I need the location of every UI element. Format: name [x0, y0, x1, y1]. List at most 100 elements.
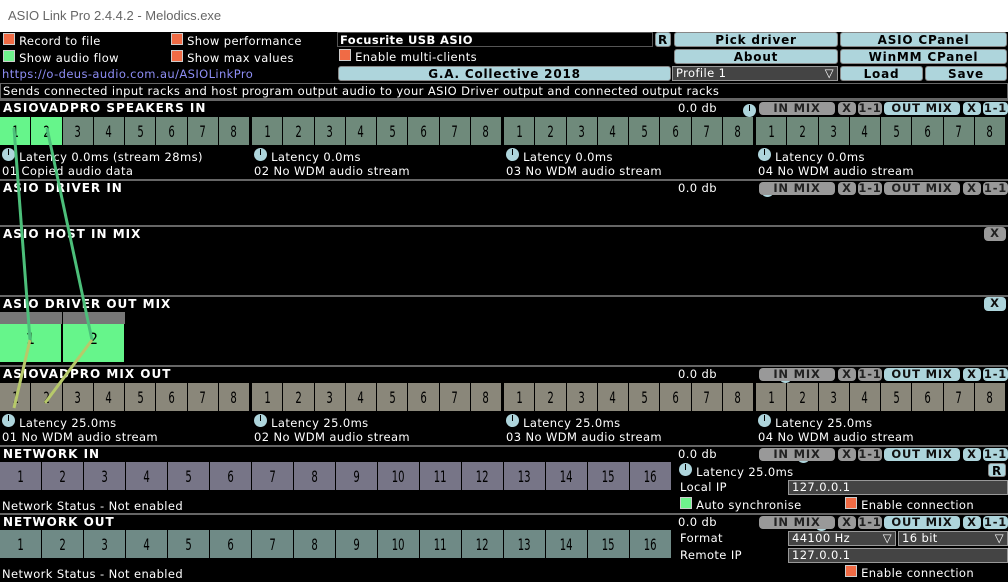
mix-out-channel-1-7[interactable]: 7 [187, 383, 219, 411]
network-in-channel-1-11[interactable]: 11 [420, 462, 462, 490]
mix-out-channel-4-5[interactable]: 5 [881, 383, 913, 411]
save-button[interactable]: Save [925, 66, 1007, 81]
network-out-out-mix-clear-button[interactable]: X [963, 516, 981, 529]
mix-out-channel-4-3[interactable]: 3 [818, 383, 850, 411]
network-out-channel-1-8[interactable]: 8 [294, 530, 336, 558]
latency-knob-icon[interactable] [758, 414, 771, 427]
network-in-enable-connection-checkbox[interactable]: Enable connection [845, 497, 974, 512]
mix-out-channel-3-3[interactable]: 3 [566, 383, 598, 411]
show-audio-flow-checkbox[interactable]: Show audio flow [3, 50, 119, 65]
latency-knob-icon[interactable] [254, 414, 267, 427]
network-in-channel-1-4[interactable]: 4 [126, 462, 168, 490]
network-out-channel-1-7[interactable]: 7 [252, 530, 294, 558]
latency-knob-icon[interactable] [2, 148, 15, 161]
speakers-in-channel-4-2[interactable]: 2 [787, 117, 819, 145]
multi-clients-checkbox-box[interactable] [339, 49, 351, 61]
network-out-channel-1-13[interactable]: 13 [504, 530, 546, 558]
speakers-in-channel-2-2[interactable]: 2 [283, 117, 315, 145]
profile-select[interactable]: Profile 1 ▽ [672, 66, 838, 81]
website-link[interactable]: https://o-deus-audio.com.au/ASIOLinkPro [2, 67, 253, 81]
network-out-channel-1-14[interactable]: 14 [546, 530, 588, 558]
mix-out-latency-2[interactable]: Latency 25.0ms [254, 414, 369, 430]
show-max-values-checkbox[interactable]: Show max values [171, 50, 294, 65]
network-out-channel-1-16[interactable]: 16 [630, 530, 672, 558]
mix-out-channel-2-6[interactable]: 6 [408, 383, 440, 411]
pick-driver-button[interactable]: Pick driver [674, 32, 838, 47]
mix-out-channel-2-8[interactable]: 8 [470, 383, 502, 411]
network-in-channel-1-16[interactable]: 16 [630, 462, 672, 490]
max-values-checkbox-box[interactable] [171, 50, 183, 62]
mix-out-channel-1-5[interactable]: 5 [125, 383, 157, 411]
record-to-file-checkbox[interactable]: Record to file [3, 33, 101, 48]
driver-reset-button[interactable]: R [655, 32, 671, 47]
mix-out-out-mix-button[interactable]: OUT MIX [884, 368, 960, 381]
mix-out-in-mix-button[interactable]: IN MIX [759, 368, 835, 381]
network-in-channel-1-12[interactable]: 12 [462, 462, 504, 490]
mix-out-out-one-to-one-button[interactable]: 1-1 [983, 368, 1008, 381]
driver-out-mix-close-button[interactable]: X [984, 297, 1006, 311]
network-in-channel-1-9[interactable]: 9 [336, 462, 378, 490]
speakers-in-in-mix-button[interactable]: IN MIX [759, 102, 835, 115]
speakers-in-channel-2-6[interactable]: 6 [408, 117, 440, 145]
mix-out-channel-3-1[interactable]: 1 [504, 383, 536, 411]
network-out-channel-1-1[interactable]: 1 [0, 530, 42, 558]
network-out-channel-1-4[interactable]: 4 [126, 530, 168, 558]
network-in-channel-1-6[interactable]: 6 [210, 462, 252, 490]
network-in-channel-1-13[interactable]: 13 [504, 462, 546, 490]
network-out-in-one-to-one-button[interactable]: 1-1 [858, 516, 882, 529]
bit-depth-select[interactable]: 16 bit ▽ [898, 531, 1008, 546]
speakers-in-channel-2-1[interactable]: 1 [252, 117, 284, 145]
network-out-channel-1-11[interactable]: 11 [420, 530, 462, 558]
host-in-mix-close-button[interactable]: X [984, 227, 1006, 241]
speakers-in-channel-2-7[interactable]: 7 [439, 117, 471, 145]
speakers-in-channel-3-6[interactable]: 6 [660, 117, 692, 145]
network-in-channel-1-1[interactable]: 1 [0, 462, 42, 490]
winmm-cpanel-button[interactable]: WinMM CPanel [840, 49, 1007, 64]
enable-connection-checkbox-box[interactable] [845, 565, 857, 577]
speakers-in-channel-1-2[interactable]: 2 [31, 117, 63, 145]
remote-ip-input[interactable]: 127.0.0.1 [788, 548, 1008, 563]
mix-out-channel-1-3[interactable]: 3 [62, 383, 94, 411]
mix-out-channel-2-5[interactable]: 5 [377, 383, 409, 411]
network-in-out-mix-clear-button[interactable]: X [963, 448, 981, 461]
mix-out-in-one-to-one-button[interactable]: 1-1 [858, 368, 882, 381]
speakers-in-latency-1[interactable]: Latency 0.0ms (stream 28ms) [2, 148, 203, 164]
network-in-channel-1-7[interactable]: 7 [252, 462, 294, 490]
speakers-in-latency-3[interactable]: Latency 0.0ms [506, 148, 613, 164]
speakers-in-out-one-to-one-button[interactable]: 1-1 [983, 102, 1008, 115]
network-in-in-one-to-one-button[interactable]: 1-1 [858, 448, 882, 461]
mix-out-channel-1-8[interactable]: 8 [218, 383, 250, 411]
network-out-channel-1-12[interactable]: 12 [462, 530, 504, 558]
mix-out-channel-1-1[interactable]: 1 [0, 383, 32, 411]
speakers-in-out-mix-clear-button[interactable]: X [963, 102, 981, 115]
mix-out-latency-1[interactable]: Latency 25.0ms [2, 414, 117, 430]
speakers-in-channel-4-6[interactable]: 6 [912, 117, 944, 145]
enable-multi-clients-checkbox[interactable]: Enable multi-clients [339, 49, 477, 64]
driver-out-channel-2[interactable]: 2 [63, 324, 125, 362]
mix-out-channel-4-1[interactable]: 1 [756, 383, 788, 411]
network-out-channel-1-9[interactable]: 9 [336, 530, 378, 558]
network-out-channel-1-6[interactable]: 6 [210, 530, 252, 558]
network-out-channel-1-15[interactable]: 15 [588, 530, 630, 558]
driver-in-out-mix-clear-button[interactable]: X [963, 182, 981, 195]
mix-out-channel-4-8[interactable]: 8 [974, 383, 1006, 411]
mix-out-channel-4-2[interactable]: 2 [787, 383, 819, 411]
driver-in-in-mix-button[interactable]: IN MIX [759, 182, 835, 195]
speakers-in-channel-2-5[interactable]: 5 [377, 117, 409, 145]
speakers-in-latency-4[interactable]: Latency 0.0ms [758, 148, 865, 164]
mix-out-channel-3-7[interactable]: 7 [691, 383, 723, 411]
latency-knob-icon[interactable] [506, 148, 519, 161]
network-out-channel-1-10[interactable]: 10 [378, 530, 420, 558]
driver-out-channel-1[interactable]: 1 [0, 324, 62, 362]
mix-out-channel-3-4[interactable]: 4 [597, 383, 629, 411]
mix-out-channel-1-6[interactable]: 6 [156, 383, 188, 411]
speakers-in-channel-3-2[interactable]: 2 [535, 117, 567, 145]
latency-knob-icon[interactable] [679, 463, 692, 476]
network-out-out-mix-button[interactable]: OUT MIX [884, 516, 960, 529]
mix-out-channel-3-6[interactable]: 6 [660, 383, 692, 411]
mix-out-channel-2-3[interactable]: 3 [314, 383, 346, 411]
driver-in-out-one-to-one-button[interactable]: 1-1 [983, 182, 1008, 195]
network-in-channel-1-15[interactable]: 15 [588, 462, 630, 490]
speakers-in-channel-4-8[interactable]: 8 [974, 117, 1006, 145]
speakers-in-channel-3-1[interactable]: 1 [504, 117, 536, 145]
